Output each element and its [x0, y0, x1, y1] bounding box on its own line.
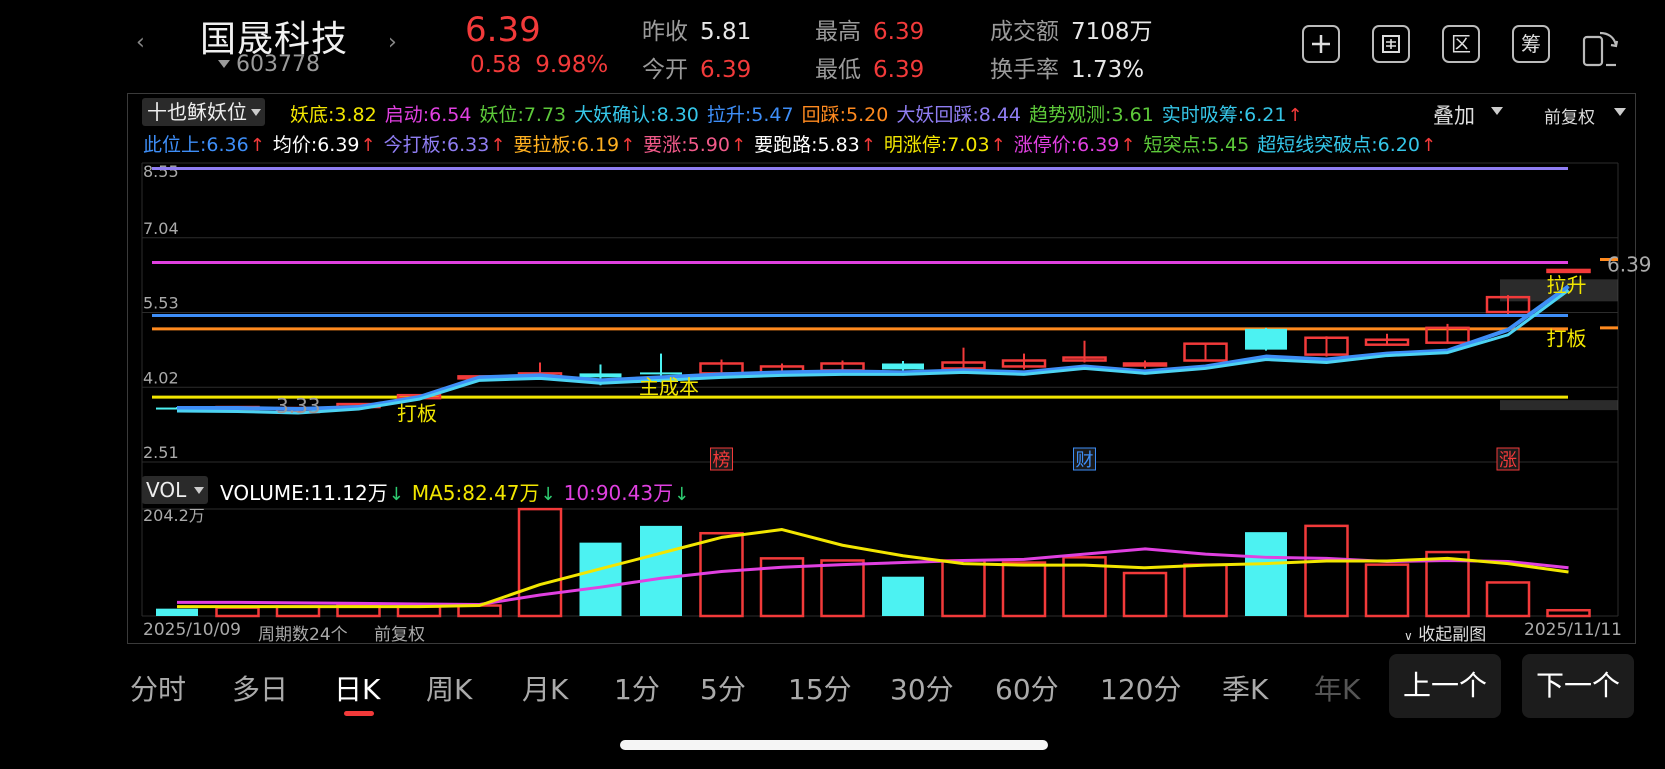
tab-11[interactable]: 季K	[1222, 668, 1268, 708]
tab-8[interactable]: 30分	[890, 668, 954, 708]
chart-annotation: 3.33	[276, 394, 321, 418]
candle-body	[640, 372, 682, 375]
collapse-subchart-button[interactable]: ∨ 收起副图	[1404, 620, 1486, 645]
volume-caret-icon	[194, 487, 205, 494]
ma-line-cyan	[176, 289, 1570, 415]
period-count: 周期数24个	[258, 625, 348, 645]
event-marker: 财	[1076, 450, 1094, 471]
ma-line-blue	[177, 284, 1570, 412]
indicator-item: MA5:82.47万↓	[412, 481, 556, 505]
y-tick-label: 5.53	[143, 294, 179, 313]
end-date: 2025/11/11	[1524, 620, 1622, 640]
collapse-chevron-icon: ∨	[1404, 629, 1413, 643]
chart-annotation: 6.39	[1607, 252, 1652, 276]
volume-bar	[941, 559, 986, 618]
home-indicator	[620, 740, 1048, 750]
footer-adjust: 前复权	[374, 625, 425, 645]
volume-bar	[1001, 561, 1047, 618]
tab-1[interactable]: 多日	[232, 668, 288, 708]
indicator-value: 90.43万	[595, 481, 674, 505]
y-tick-label: 2.51	[143, 443, 179, 462]
next-stock-button[interactable]: 下一个	[1522, 654, 1634, 718]
tab-4[interactable]: 月K	[522, 668, 568, 708]
indicator-item: 10:90.43万↓	[564, 481, 690, 505]
volume-values-row: VOLUME:11.12万↓ MA5:82.47万↓ 10:90.43万↓	[220, 477, 697, 506]
volume-bar	[1304, 524, 1349, 618]
tab-10[interactable]: 120分	[1100, 668, 1181, 708]
volume-ma5-line	[177, 528, 1569, 609]
candle-body	[882, 363, 924, 370]
volume-axis-label: 204.2万	[143, 506, 205, 525]
volume-indicator-select[interactable]: VOL	[142, 476, 209, 504]
active-tab-indicator	[344, 711, 374, 716]
tab-0[interactable]: 分时	[130, 668, 186, 708]
indicator-value: 11.12万	[310, 481, 388, 505]
chart-annotation: 打板	[397, 401, 437, 425]
y-tick-label: 4.02	[143, 368, 179, 387]
tab-6[interactable]: 5分	[700, 668, 746, 708]
y-tick-label: 7.04	[143, 219, 179, 238]
indicator-label: VOLUME:	[220, 481, 311, 505]
chart-annotation: 打板	[1547, 327, 1587, 351]
volume-bar	[1485, 581, 1531, 618]
indicator-item: VOLUME:11.12万↓	[220, 481, 404, 505]
tab-7[interactable]: 15分	[788, 668, 852, 708]
volume-bar	[1546, 608, 1591, 618]
start-date: 2025/10/09	[143, 620, 241, 640]
collapse-label: 收起副图	[1418, 625, 1487, 645]
volume-bar	[1122, 571, 1168, 618]
volume-bar	[215, 606, 260, 618]
volume-bar	[1245, 532, 1287, 616]
indicator-label: MA5:	[411, 481, 463, 505]
event-marker: 涨	[1499, 450, 1517, 471]
volume-ma10-line	[177, 547, 1569, 606]
arrow-down-icon: ↓	[388, 484, 404, 505]
prev-stock-button[interactable]: 上一个	[1389, 654, 1501, 718]
candle-body	[1122, 362, 1168, 367]
volume-bar	[1364, 563, 1410, 618]
tab-2[interactable]: 日K	[334, 668, 380, 708]
candle-body	[1546, 268, 1591, 274]
indicator-label: 10:	[563, 481, 596, 505]
arrow-down-icon: ↓	[540, 484, 556, 505]
volume-bar	[1183, 563, 1228, 618]
volume-bar	[820, 559, 865, 618]
y-tick-label: 8.55	[143, 162, 179, 181]
chart-annotation: 拉升	[1547, 273, 1587, 297]
indicator-value: 82.47万	[462, 481, 540, 505]
tab-5[interactable]: 1分	[614, 668, 660, 708]
tab-9[interactable]: 60分	[995, 668, 1059, 708]
candle-body	[1245, 328, 1287, 350]
volume-bar	[156, 608, 198, 616]
arrow-down-icon: ↓	[674, 484, 690, 505]
tab-12[interactable]: 年K	[1314, 668, 1360, 708]
volume-bar	[517, 507, 563, 618]
event-marker: 榜	[713, 450, 731, 471]
candle-body	[579, 373, 622, 378]
tab-3[interactable]: 周K	[426, 668, 472, 708]
volume-indicator-name: VOL	[146, 478, 187, 502]
chart-annotation: 主成本	[639, 375, 699, 399]
cost-band	[1500, 400, 1618, 411]
volume-bar	[882, 576, 924, 616]
volume-bar	[640, 525, 682, 616]
volume-bar	[579, 542, 622, 616]
